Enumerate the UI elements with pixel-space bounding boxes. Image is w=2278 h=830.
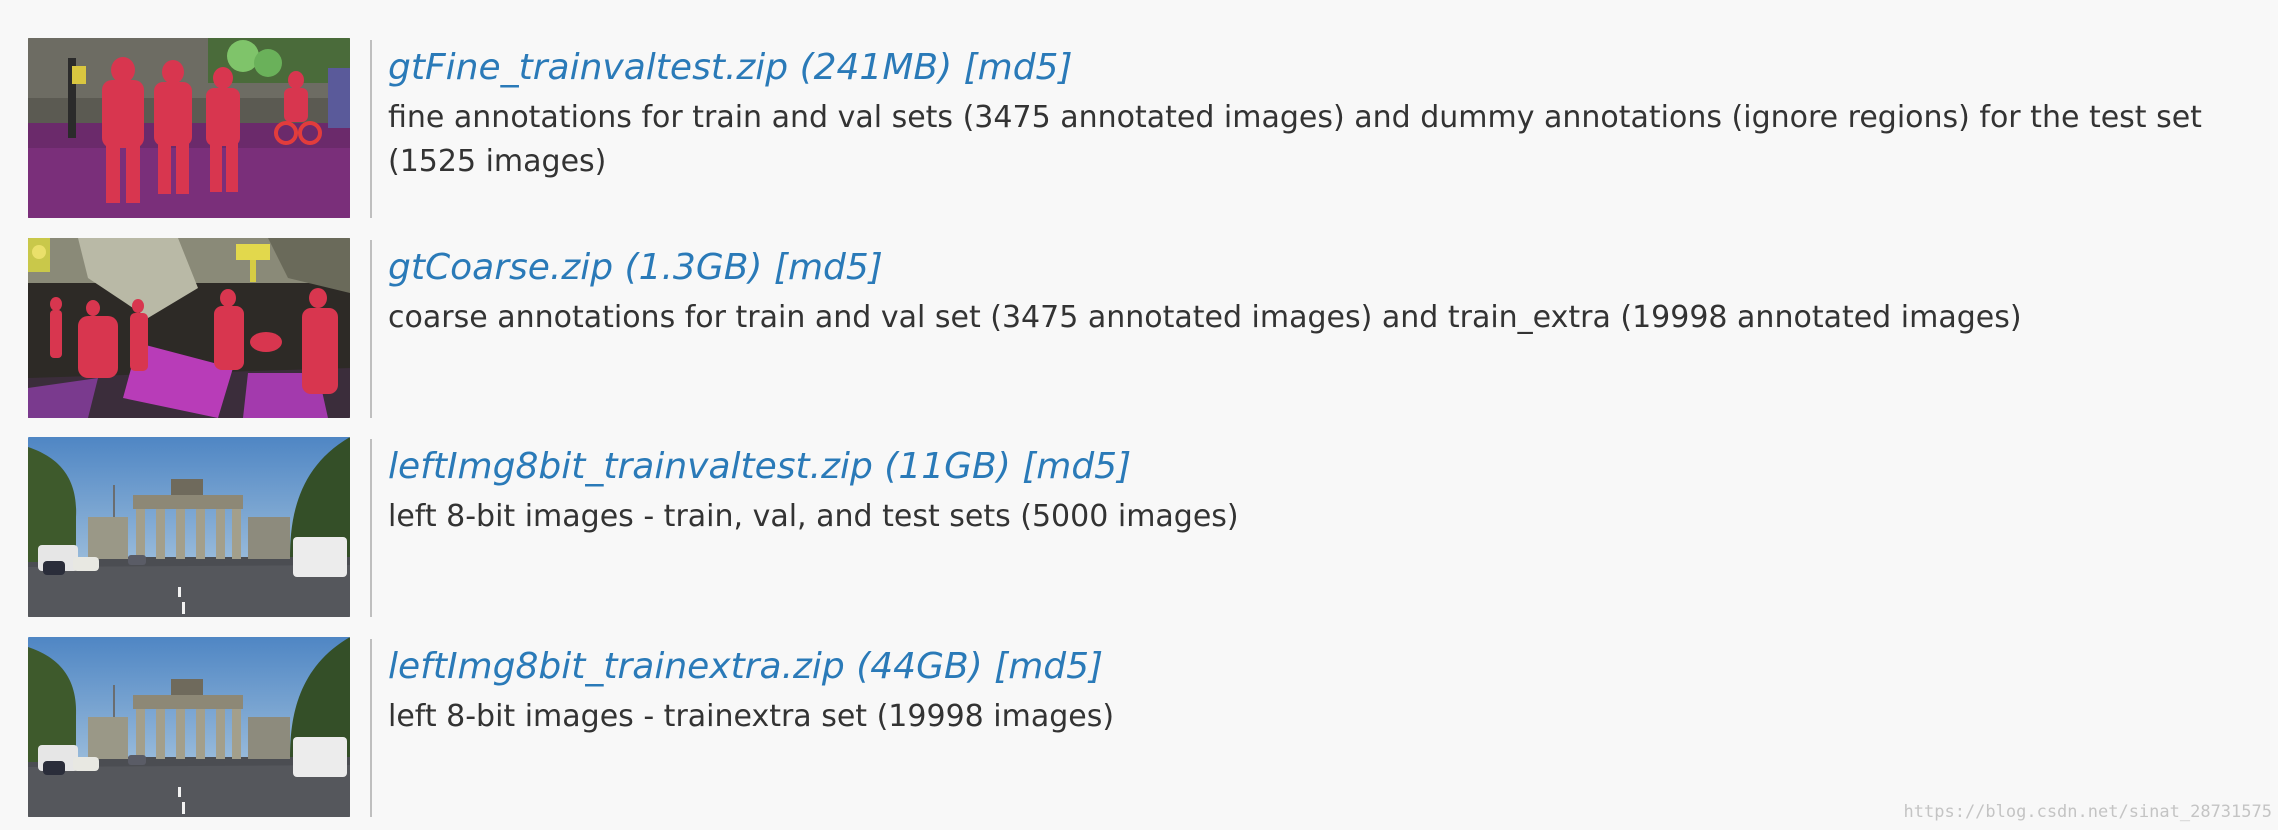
watermark-text: https://blog.csdn.net/sinat_28731575 — [1903, 802, 2272, 822]
download-description: coarse annotations for train and val set… — [388, 300, 2022, 335]
vertical-divider — [370, 40, 372, 218]
download-description: left 8-bit images - trainextra set (1999… — [388, 699, 1115, 734]
vertical-divider — [370, 639, 372, 817]
segmentation-fine-thumbnail — [28, 38, 350, 218]
download-list-page: gtFine_trainvaltest.zip (241MB) [md5] fi… — [0, 0, 2278, 830]
vertical-divider — [370, 439, 372, 617]
download-text: leftImg8bit_trainextra.zip (44GB) [md5] … — [388, 637, 2273, 739]
download-description: fine annotations for train and val sets … — [388, 100, 2202, 179]
download-text: leftImg8bit_trainvaltest.zip (11GB) [md5… — [388, 437, 2273, 539]
download-text: gtFine_trainvaltest.zip (241MB) [md5] fi… — [388, 38, 2273, 184]
download-item: gtCoarse.zip (1.3GB) [md5] coarse annota… — [28, 238, 2273, 420]
download-description: left 8-bit images - train, val, and test… — [388, 499, 1239, 534]
download-item: leftImg8bit_trainextra.zip (44GB) [md5] … — [28, 637, 2273, 819]
vertical-divider — [370, 240, 372, 418]
brandenburg-gate-photo — [28, 437, 350, 617]
download-link[interactable]: leftImg8bit_trainextra.zip (44GB) [md5] — [388, 641, 1103, 693]
download-link[interactable]: gtCoarse.zip (1.3GB) [md5] — [388, 242, 883, 294]
download-item: leftImg8bit_trainvaltest.zip (11GB) [md5… — [28, 437, 2273, 619]
download-item: gtFine_trainvaltest.zip (241MB) [md5] fi… — [28, 38, 2273, 220]
download-link[interactable]: leftImg8bit_trainvaltest.zip (11GB) [md5… — [388, 441, 1131, 493]
download-link[interactable]: gtFine_trainvaltest.zip (241MB) [md5] — [388, 42, 1073, 94]
segmentation-coarse-thumbnail — [28, 238, 350, 418]
download-text: gtCoarse.zip (1.3GB) [md5] coarse annota… — [388, 238, 2273, 340]
brandenburg-gate-photo — [28, 637, 350, 817]
